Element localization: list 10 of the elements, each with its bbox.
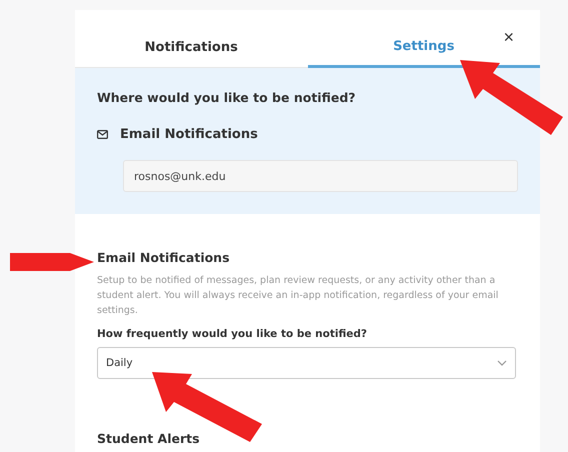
frequency-dropdown[interactable]: Daily bbox=[97, 347, 516, 379]
field-label: How frequently would you like to be notified? bbox=[97, 328, 368, 340]
section-heading: Student Alerts bbox=[97, 431, 201, 446]
channel-label: Email Notifications bbox=[120, 127, 258, 142]
email-input-field[interactable]: rosnos@unk.edu bbox=[123, 160, 518, 192]
section-heading: Email Notifications bbox=[97, 250, 231, 265]
chevron-down-icon bbox=[497, 360, 507, 366]
close-button[interactable]: × bbox=[503, 28, 514, 46]
section-heading: Where would you like to be notified? bbox=[97, 90, 357, 105]
section-description: Setup to be notified of messages, plan review requests, or any activity other than a student alert. You will always receive an in-app notification, regardless of your email settings. bbox=[97, 274, 500, 318]
